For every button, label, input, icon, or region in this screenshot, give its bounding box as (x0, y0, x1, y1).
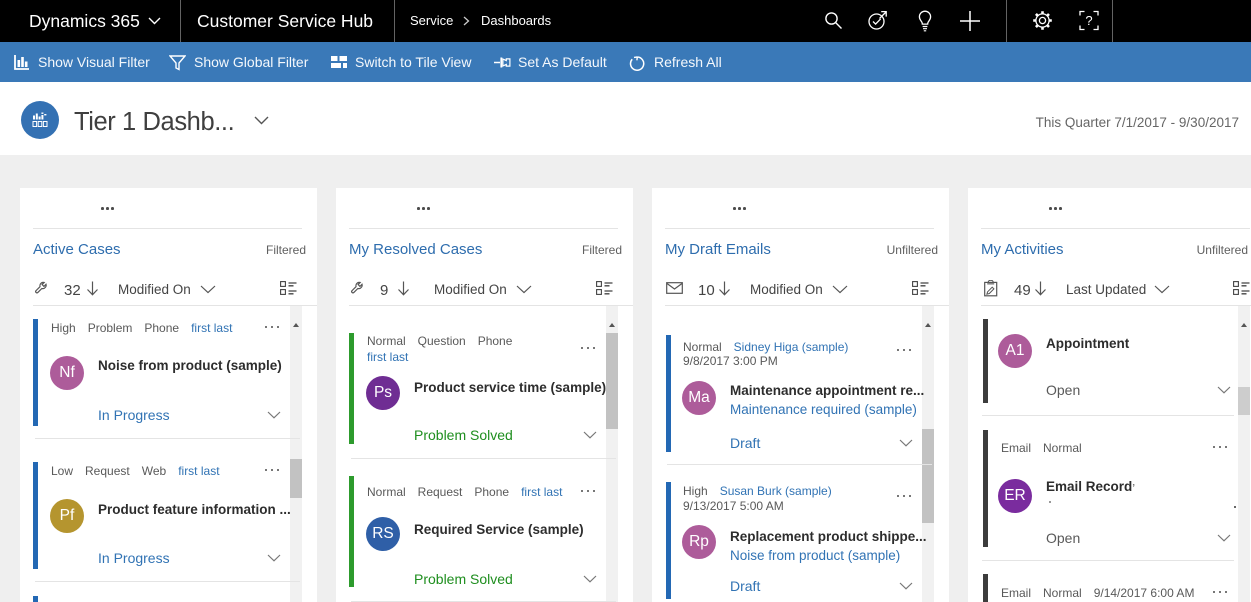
svg-text:?: ? (1085, 13, 1092, 28)
